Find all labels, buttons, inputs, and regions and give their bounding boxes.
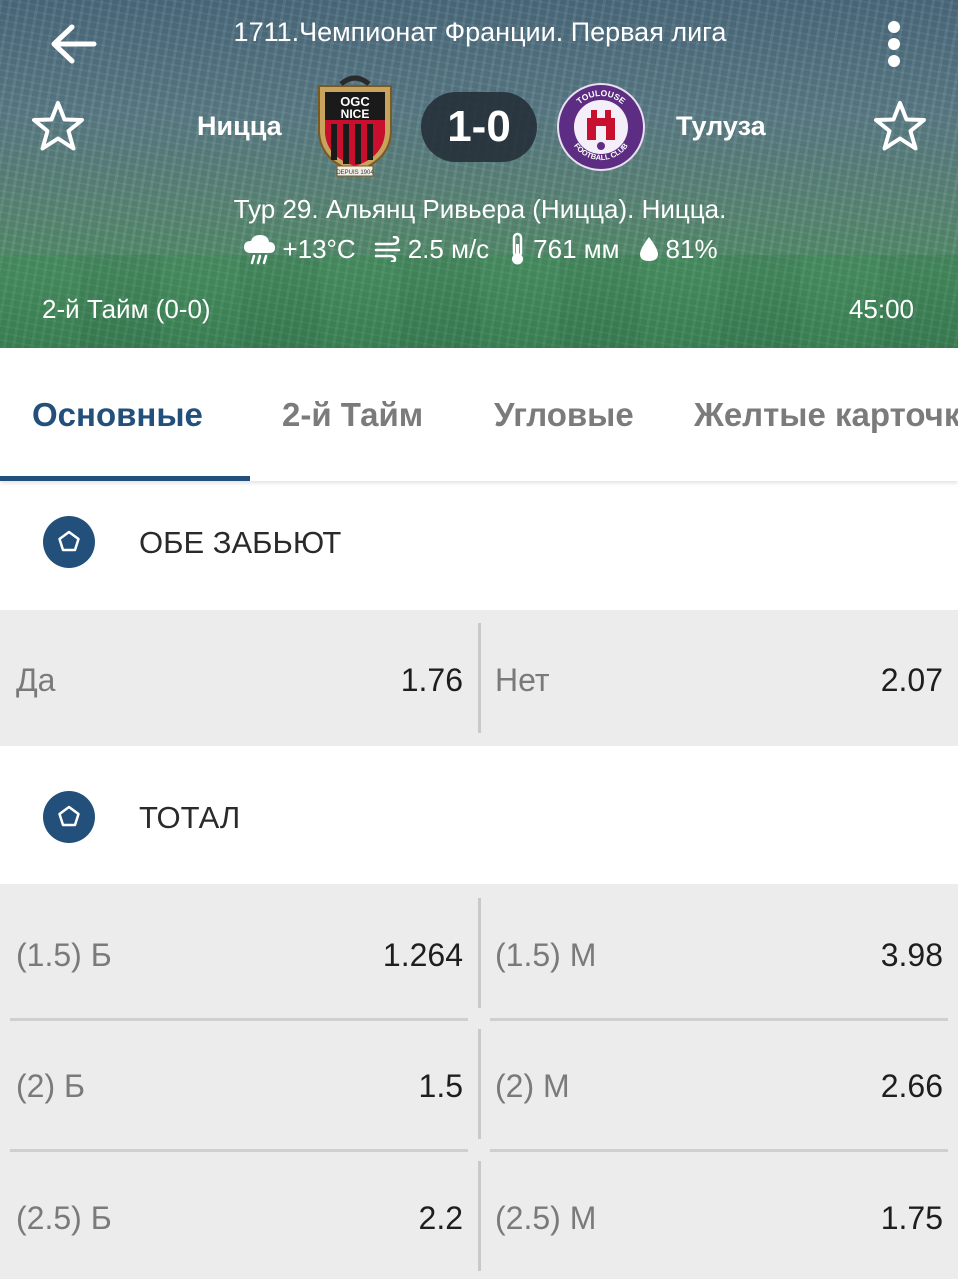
outcome-label: (1.5) Б [16, 937, 112, 973]
away-team-name: Тулуза [676, 111, 766, 141]
wind-value: 2.5 м/с [407, 234, 490, 264]
weather-info: +13°C 2.5 м/с 761 мм 81% [120, 232, 840, 266]
odds-value: 2.66 [880, 1068, 943, 1104]
away-team-logo: TOULOUSE FOOTBALL CLUB [556, 82, 646, 172]
outcome-label: (2.5) М [495, 1200, 597, 1236]
odds-value: 2.2 [418, 1200, 463, 1236]
outcome-label: (2.5) Б [16, 1200, 112, 1236]
football-icon [43, 791, 95, 843]
odds-value: 1.75 [880, 1200, 943, 1236]
tab-yellow-cards[interactable]: Желтые карточки [694, 348, 958, 481]
tab-second-half[interactable]: 2-й Тайм [282, 348, 423, 481]
favorite-home-star-icon[interactable] [30, 98, 86, 154]
home-team-logo: OGC NICE DEPUIS 1904 [311, 72, 399, 178]
tab-corners[interactable]: Угловые [494, 348, 634, 481]
more-options-icon[interactable] [866, 16, 922, 72]
odds-value: 2.07 [880, 662, 943, 698]
odds-value: 3.98 [880, 937, 943, 973]
outcome-label: (2) Б [16, 1068, 85, 1104]
humidity-drop-icon [639, 237, 658, 261]
thermometer-icon [512, 232, 524, 265]
odds-value: 1.264 [382, 937, 463, 973]
odds-cell-under-2-5[interactable]: (2.5) М 1.75 [481, 1152, 958, 1279]
favorite-away-star-icon[interactable] [872, 98, 928, 154]
wind-icon [374, 236, 400, 262]
odds-cell-yes[interactable]: Да 1.76 [0, 610, 478, 746]
svg-text:NICE: NICE [341, 107, 370, 121]
back-arrow-icon[interactable] [46, 16, 102, 72]
humidity-value: 81% [665, 234, 718, 264]
odds-row: (2.5) Б 2.2 (2.5) М 1.75 [0, 1152, 958, 1279]
outcome-label: (1.5) М [495, 937, 597, 973]
match-header: 1711.Чемпионат Франции. Первая лига Ницц… [0, 0, 958, 348]
odds-cell-under-1-5[interactable]: (1.5) М 3.98 [481, 884, 958, 1015]
odds-row: (2) Б 1.5 (2) М 2.66 [0, 1021, 958, 1149]
odds-value: 1.5 [418, 1068, 463, 1104]
odds-cell-under-2[interactable]: (2) М 2.66 [481, 1021, 958, 1149]
odds-value: 1.76 [400, 662, 463, 698]
odds-row: (1.5) Б 1.264 (1.5) М 3.98 [0, 884, 958, 1015]
odds-cell-over-2-5[interactable]: (2.5) Б 2.2 [0, 1152, 478, 1279]
cloud-rain-icon [244, 235, 276, 265]
match-period: 2-й Тайм (0-0) [42, 294, 211, 324]
market-title: ОБЕ ЗАБЬЮТ [139, 525, 342, 560]
market-tabs: Основные 2-й Тайм Угловые Желтые карточк… [0, 348, 958, 481]
odds-cell-over-1-5[interactable]: (1.5) Б 1.264 [0, 884, 478, 1015]
outcome-label: (2) М [495, 1068, 570, 1104]
market-title: ТОТАЛ [139, 800, 241, 835]
odds-row: Да 1.76 Нет 2.07 [0, 610, 958, 746]
active-tab-indicator [0, 476, 250, 481]
market-header-both-score[interactable]: ОБЕ ЗАБЬЮТ [0, 481, 958, 610]
football-icon [43, 516, 95, 568]
outcome-label: Да [16, 662, 56, 698]
outcome-label: Нет [495, 662, 550, 698]
svg-text:DEPUIS 1904: DEPUIS 1904 [336, 170, 374, 176]
match-score: 1-0 [421, 92, 537, 162]
odds-cell-over-2[interactable]: (2) Б 1.5 [0, 1021, 478, 1149]
odds-cell-no[interactable]: Нет 2.07 [481, 610, 958, 746]
home-team-name: Ницца [197, 111, 282, 141]
venue-info: Тур 29. Альянц Ривьера (Ницца). Ницца. [233, 194, 727, 224]
league-title: 1711.Чемпионат Франции. Первая лига [233, 17, 727, 47]
tab-main[interactable]: Основные [32, 348, 203, 481]
pressure-value: 761 мм [533, 234, 620, 264]
temperature-value: +13°C [282, 234, 356, 264]
market-header-total[interactable]: ТОТАЛ [0, 746, 958, 884]
match-timer: 45:00 [848, 294, 914, 324]
